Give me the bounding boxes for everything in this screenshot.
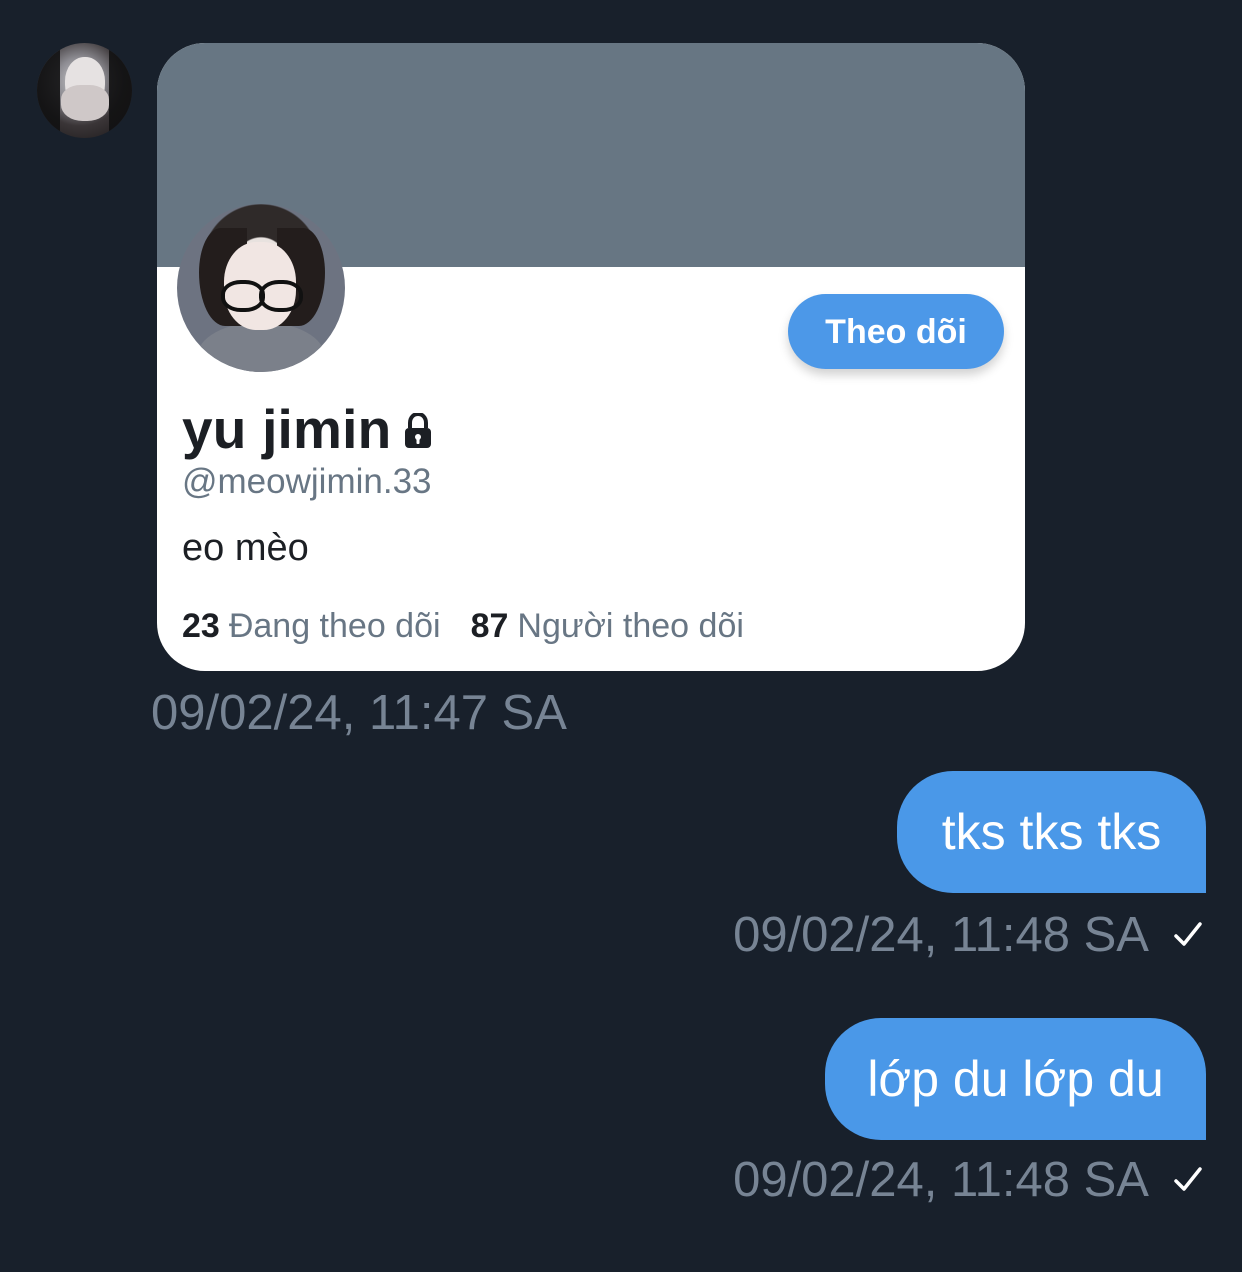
display-name-row: yu jimin	[182, 394, 435, 464]
message-1-meta: 09/02/24, 11:48 SA	[733, 907, 1205, 963]
message-2-timestamp: 09/02/24, 11:48 SA	[733, 1153, 1149, 1207]
card-timestamp: 09/02/24, 11:47 SA	[151, 686, 567, 740]
lock-icon	[405, 412, 432, 448]
message-text-1: tks tks tks	[941, 804, 1162, 860]
sender-avatar[interactable]	[37, 43, 132, 138]
profile-avatar[interactable]	[177, 204, 345, 372]
following-count[interactable]: 23	[182, 607, 220, 646]
followers-count[interactable]: 87	[471, 607, 509, 646]
follow-button[interactable]: Theo dõi	[788, 294, 1004, 369]
followers-label[interactable]: Người theo dõi	[517, 607, 744, 646]
check-icon	[1174, 922, 1202, 946]
bio: eo mèo	[182, 527, 309, 569]
message-bubble-1[interactable]: tks tks tks	[897, 771, 1206, 893]
glasses-right-lens	[259, 280, 303, 312]
following-label[interactable]: Đang theo dõi	[229, 607, 441, 646]
sender-avatar-hair	[37, 43, 132, 138]
message-2-meta: 09/02/24, 11:48 SA	[733, 1152, 1205, 1208]
check-icon	[1174, 1167, 1202, 1191]
profile-avatar-glasses	[221, 280, 303, 312]
message-bubble-2[interactable]: lớp du lớp du	[825, 1018, 1206, 1140]
profile-stats: 23 Đang theo dõi 87 Người theo dõi	[182, 607, 744, 646]
username: @meowjimin.33	[182, 462, 432, 501]
shared-profile-card[interactable]: Theo dõi yu jimin @meowjimin.33 eo mèo 2…	[157, 43, 1025, 671]
message-text-2: lớp du lớp du	[867, 1051, 1164, 1107]
display-name: yu jimin	[182, 398, 392, 460]
message-1-timestamp: 09/02/24, 11:48 SA	[733, 908, 1149, 962]
